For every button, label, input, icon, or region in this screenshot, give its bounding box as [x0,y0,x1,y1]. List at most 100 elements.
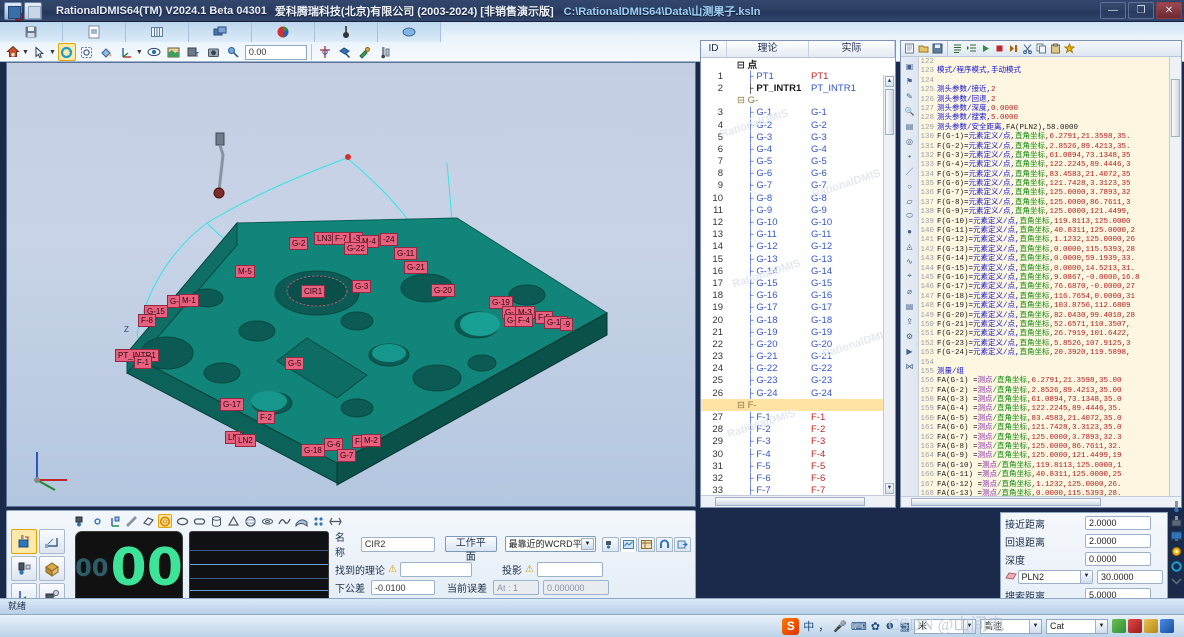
tree-row[interactable]: 19 ├ G-17 G-17 [701,302,895,314]
code-horizontal-scrollbar[interactable] [901,496,1181,507]
line-icon[interactable]: ／ [903,164,917,178]
workplane-button[interactable]: 工作平面 [444,536,497,563]
copy-icon[interactable] [1035,42,1048,55]
plane-select[interactable]: 最靠近的WCRD平面 ▼ [504,536,596,552]
tree-row[interactable]: 14 ├ G-12 G-12 [701,241,895,253]
rail-probe-icon[interactable] [1170,500,1183,513]
feature-label[interactable]: F-4 [515,314,533,327]
tab-magnet-view[interactable] [656,536,673,552]
comment-icon[interactable]: ✎ [903,89,917,103]
sphere-feature-icon[interactable] [243,514,257,528]
pick-point-icon[interactable] [225,43,243,61]
cone-feature-icon[interactable] [226,514,240,528]
paint-tool-icon[interactable] [356,43,374,61]
unit-select[interactable]: 米 ▼ [914,618,976,634]
feature-label[interactable]: G-22 [344,242,368,255]
tray-app1-icon[interactable] [1112,619,1126,633]
maximize-button[interactable]: ❐ [1128,2,1154,19]
stop-icon[interactable] [993,42,1006,55]
tree-row[interactable]: 21 ├ G-19 G-19 [701,326,895,338]
tray-app4-icon[interactable] [1160,619,1174,633]
tab-shade[interactable] [378,22,441,42]
new-program-icon[interactable] [903,42,916,55]
step-icon[interactable] [1007,42,1020,55]
code-vertical-scrollbar[interactable] [1169,57,1181,496]
tab-color[interactable] [252,22,315,42]
home-dropdown-caret[interactable]: ▼ [22,49,29,56]
sphere-icon[interactable]: ● [903,224,917,238]
feature-label[interactable]: LN2 [235,434,256,447]
tree-row[interactable]: 9 ├ G-7 G-7 [701,180,895,192]
keyboard-icon[interactable]: ⌨ [851,620,867,633]
report-icon[interactable]: ▤ [903,299,917,313]
tree-row[interactable]: 26 ├ G-24 G-24 [701,387,895,399]
bookmark-icon[interactable]: ▣ [903,59,917,73]
align-icon[interactable] [316,43,334,61]
indent-icon[interactable] [965,42,978,55]
tray-app2-icon[interactable] [1128,619,1142,633]
tree-row[interactable]: 27 ├ F-1 F-1 [701,411,895,423]
chevron-down-icon[interactable]: ▼ [1029,619,1041,633]
eye-icon[interactable] [145,43,163,61]
feature-label[interactable]: G-3 [352,280,372,293]
point-feature-icon[interactable] [90,514,104,528]
feature-label[interactable]: G-5 [285,357,305,370]
scan-feature-icon[interactable] [328,514,342,528]
circle-feature-icon[interactable] [158,514,172,528]
feature-label[interactable]: F-1 [134,356,152,369]
play-code-icon[interactable]: ▶ [903,344,917,358]
search-code-icon[interactable]: 🔍 [903,104,917,118]
tree-row[interactable]: 2 ├ PT_INTR1 PT_INTR1 [701,82,895,94]
tree-row[interactable]: 3 ├ G-1 G-1 [701,107,895,119]
sogou-ime-icon[interactable]: S [782,617,800,635]
tree-row[interactable]: 28 ├ F-2 F-2 [701,424,895,436]
rail-machine-icon[interactable] [1170,515,1183,528]
plane-distance-input[interactable] [1097,570,1163,584]
tree-row[interactable]: 25 ├ G-23 G-23 [701,375,895,387]
feature-name-input[interactable] [360,536,435,552]
curve-icon[interactable]: ∿ [903,254,917,268]
cursor-dropdown-caret[interactable]: ▼ [49,49,56,56]
flag-icon[interactable]: ⚑ [903,74,917,88]
feature-label[interactable]: G-2 [289,237,309,250]
punctuation-icon[interactable]: ， [818,618,829,634]
retract-input[interactable] [1085,534,1151,548]
tree-row[interactable]: 18 ├ G-16 G-16 [701,290,895,302]
chevron-down-icon[interactable]: ▼ [1080,571,1092,583]
chevron-down-icon[interactable]: ▼ [581,538,594,550]
tree-row[interactable]: 29 ├ F-3 F-3 [701,436,895,448]
tree-vertical-scrollbar[interactable]: ▲ ▼ [883,75,895,495]
rail-gear-icon[interactable] [1170,545,1183,558]
circle-icon[interactable]: ○ [903,179,917,193]
rail-rotate-icon[interactable] [1170,560,1183,573]
tree-row[interactable]: 31 ├ F-5 F-5 [701,460,895,472]
tree-row[interactable]: 12 ├ G-10 G-10 [701,216,895,228]
curve-feature-icon[interactable] [277,514,291,528]
tree-row[interactable]: ⊟ 点 [701,58,895,71]
tree-row[interactable]: 6 ├ G-4 G-4 [701,143,895,155]
bridge-icon[interactable]: ⋈ [903,359,917,373]
feature-label[interactable]: -9 [560,318,574,331]
tab-probe[interactable] [315,22,378,42]
rotate-icon[interactable] [57,43,76,61]
3d-viewport[interactable]: Z G-2 LN3 F-7 -3 M-4 -24 G-22 M-5 CIR1 G-3 G-11 G-2… [6,62,696,507]
feature-label[interactable]: G-18 [301,444,325,457]
text-annotate-icon[interactable]: T [185,43,203,61]
tree-row[interactable]: 5 ├ G-3 G-3 [701,131,895,143]
part-model-button[interactable] [39,556,65,581]
tree-row[interactable]: 1 ├ PT1 PT1 [701,70,895,82]
tab-table-view[interactable] [638,536,655,552]
torus-feature-icon[interactable] [260,514,274,528]
tree-horizontal-scrollbar[interactable] [701,495,895,507]
microphone-icon[interactable]: 🎤 [833,620,847,633]
point-icon[interactable]: • [903,149,917,163]
probe-calib-button[interactable] [11,556,37,581]
tab-grid[interactable] [126,22,189,42]
tab-page[interactable] [63,22,126,42]
cone-icon[interactable]: ◬ [903,239,917,253]
render-mode-icon[interactable] [165,43,183,61]
cursor-icon[interactable] [31,43,49,61]
feature-label[interactable]: M-2 [361,434,381,447]
tree-row[interactable]: 10 ├ G-8 G-8 [701,192,895,204]
camera-icon[interactable] [205,43,223,61]
